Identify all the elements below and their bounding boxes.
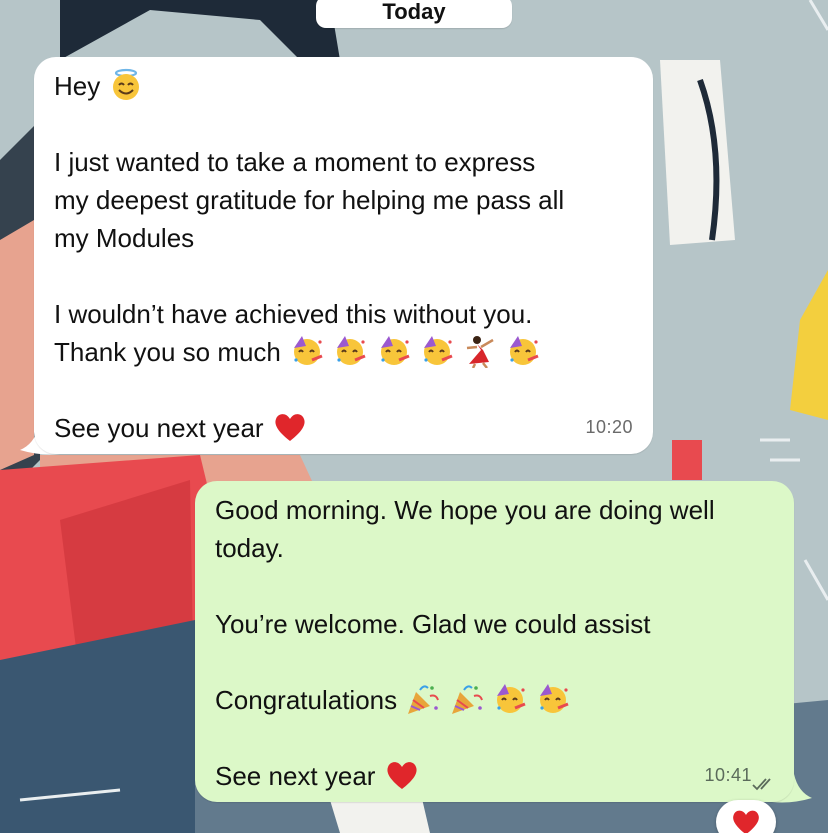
read-receipt-double-check-icon <box>752 778 771 791</box>
smiling-face-with-halo-icon <box>109 68 143 102</box>
partying-face-icon <box>506 334 540 368</box>
party-popper-icon <box>450 682 484 716</box>
partying-face-icon <box>493 682 527 716</box>
message-timestamp: 10:41 <box>704 765 752 785</box>
party-popper-icon <box>406 682 440 716</box>
message-reaction-badge[interactable] <box>716 800 776 833</box>
woman-dancing-icon <box>463 334 497 369</box>
red-heart-icon <box>733 810 759 833</box>
message-line: See next year <box>215 757 774 795</box>
partying-face-icon <box>377 334 411 368</box>
partying-face-icon <box>536 682 570 716</box>
partying-face-icon <box>290 334 324 368</box>
message-line: Congratulations <box>215 681 774 719</box>
outgoing-message-bubble[interactable]: Good morning. We hope you are doing well… <box>195 481 794 802</box>
message-line: Good morning. We hope you are doing well <box>215 495 715 525</box>
message-line: my deepest gratitude for helping me pass… <box>54 185 565 215</box>
message-line: Hey <box>54 67 633 105</box>
message-line: today. <box>215 533 284 563</box>
date-separator-chip: Today <box>316 0 512 28</box>
partying-face-icon <box>333 334 367 368</box>
incoming-message-bubble[interactable]: Hey I just wanted to take a moment to ex… <box>34 57 653 454</box>
message-line: my Modules <box>54 223 195 253</box>
message-line: Thank you so much <box>54 333 633 371</box>
message-line: See you next year <box>54 409 633 447</box>
red-heart-icon <box>385 758 419 792</box>
message-line: I wouldn’t have achieved this without yo… <box>54 299 533 329</box>
message-line: I just wanted to take a moment to expres… <box>54 147 536 177</box>
message-timestamp: 10:20 <box>585 417 633 437</box>
message-line: You’re welcome. Glad we could assist <box>215 609 651 639</box>
red-heart-icon <box>273 410 307 444</box>
partying-face-icon <box>420 334 454 368</box>
date-separator-label: Today <box>382 0 446 24</box>
